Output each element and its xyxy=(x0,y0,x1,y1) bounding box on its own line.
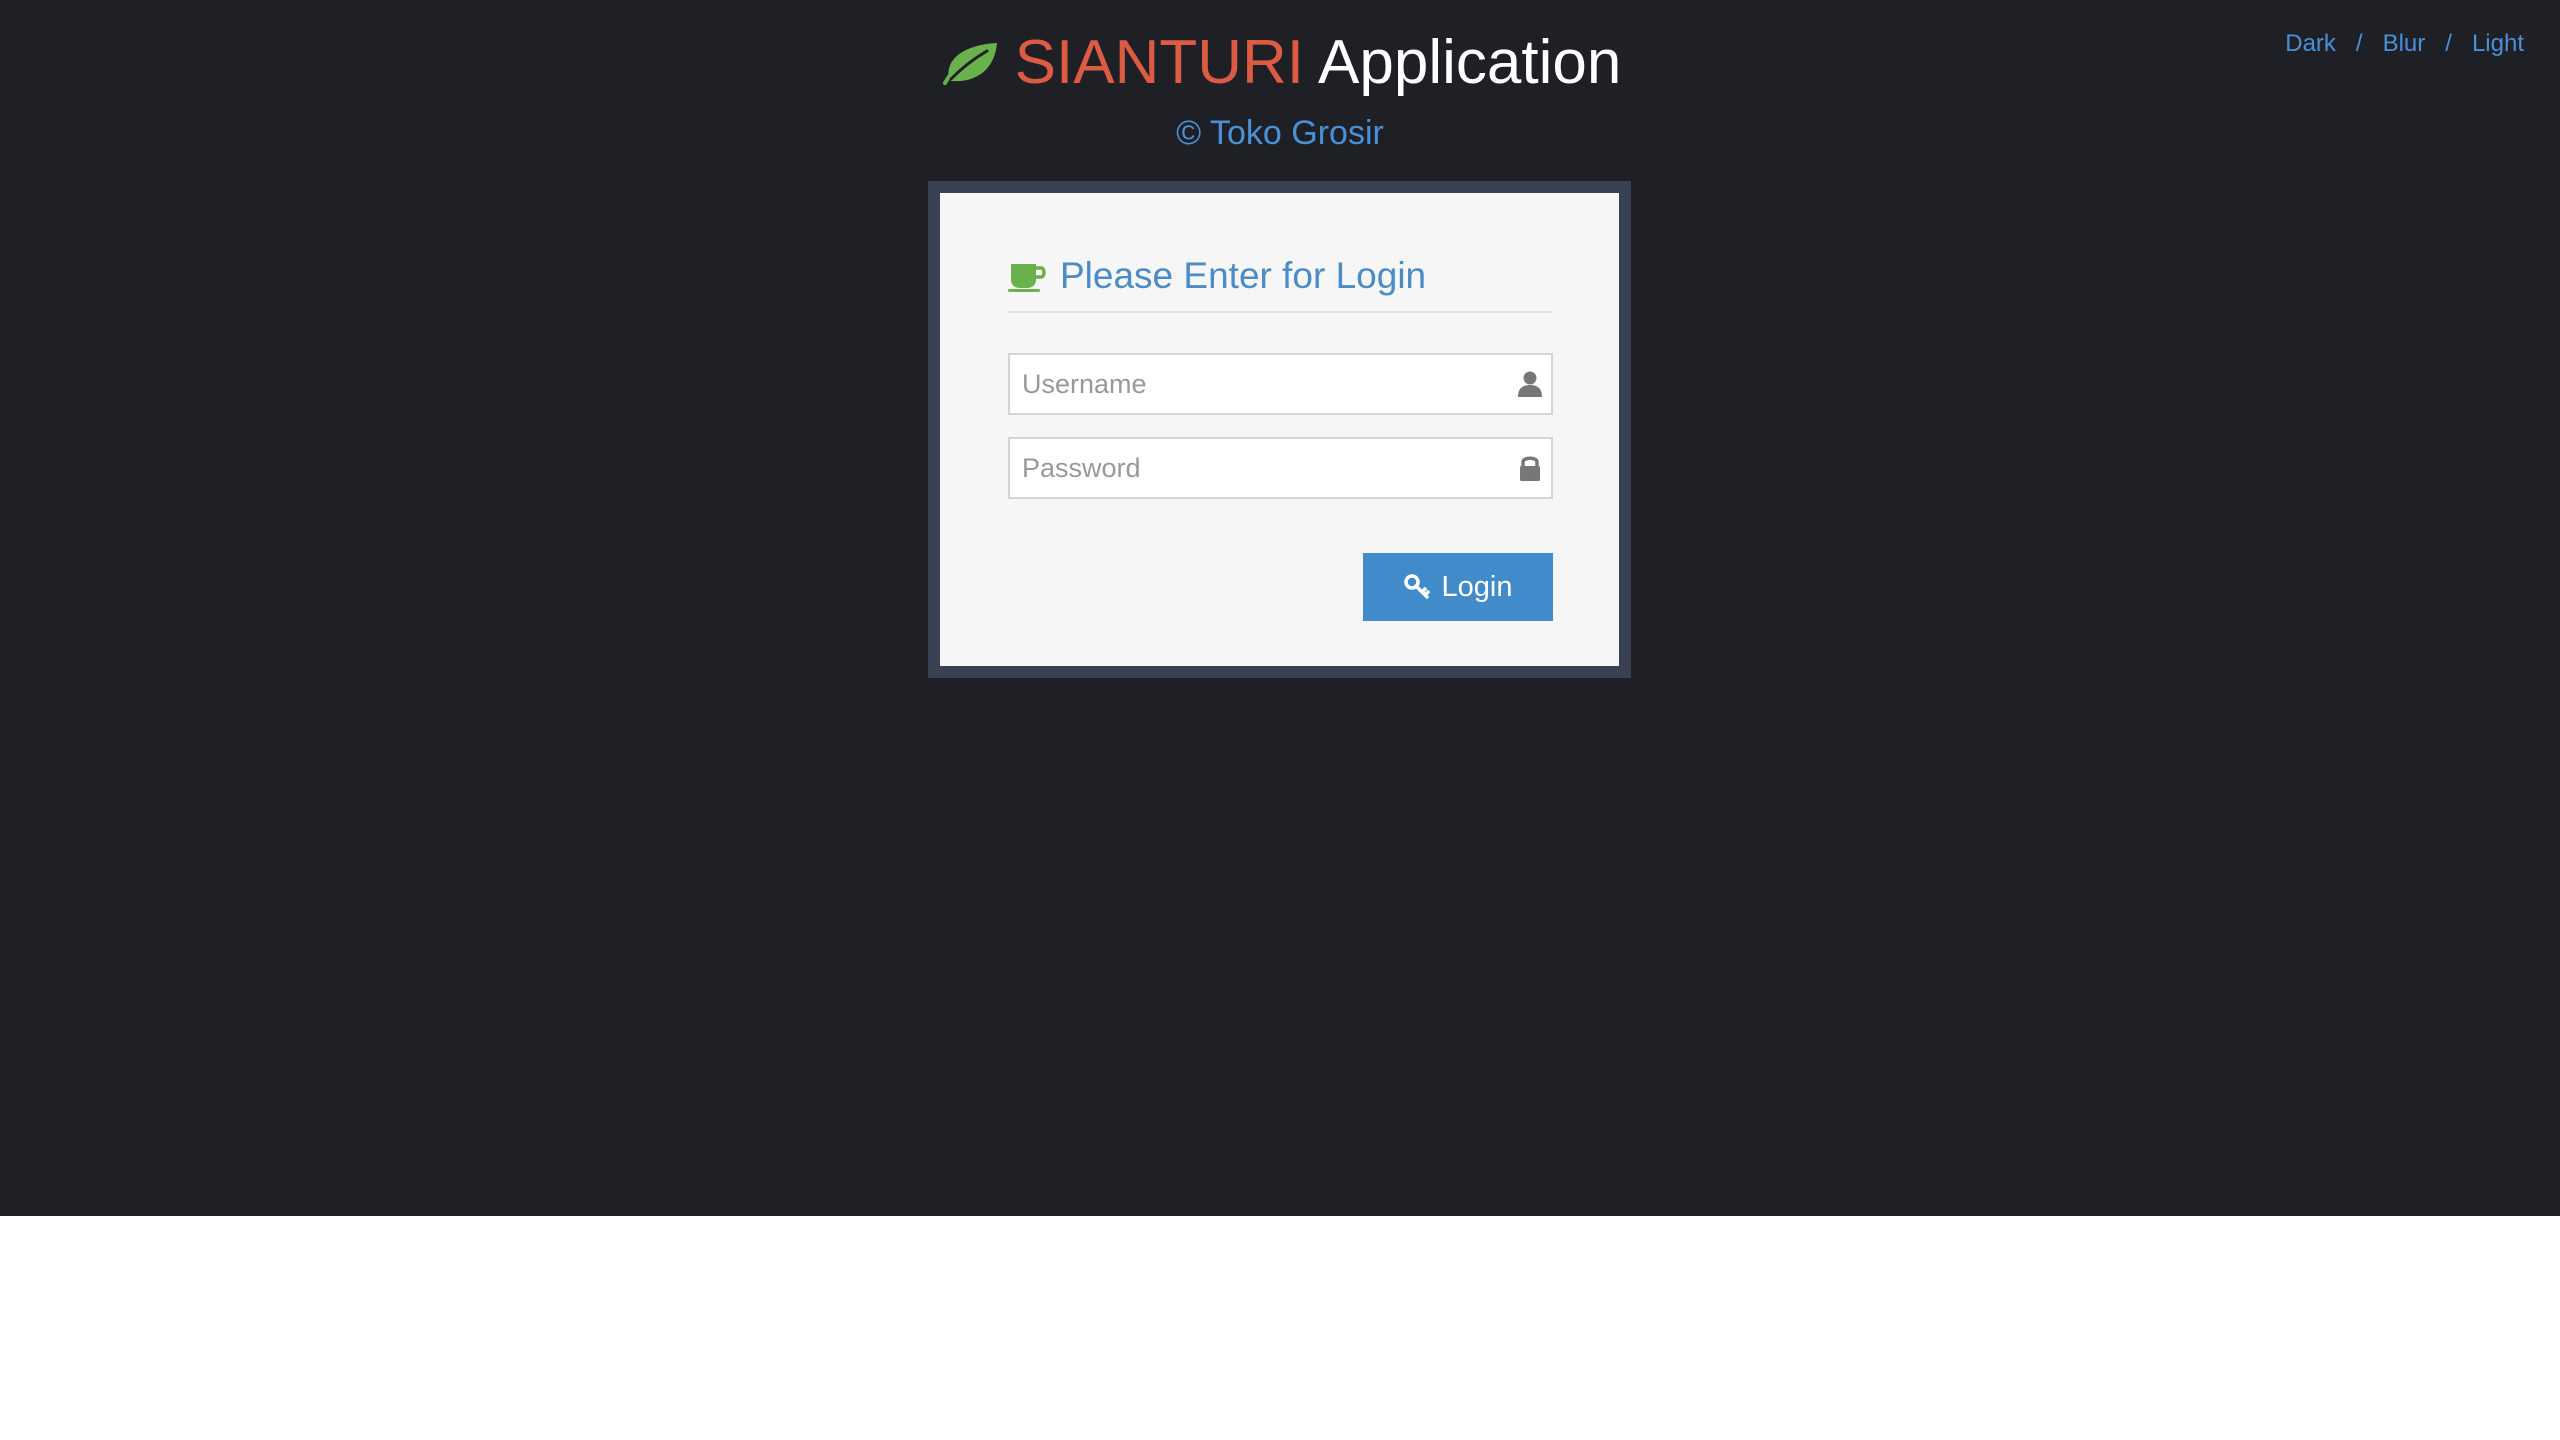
password-field xyxy=(1008,437,1553,499)
username-input[interactable] xyxy=(1010,355,1551,413)
username-field xyxy=(1008,353,1553,415)
brand-header: SIANTURI Application © Toko Grosir xyxy=(0,26,2560,153)
leaf-icon xyxy=(942,43,997,85)
login-heading-text: Please Enter for Login xyxy=(1060,255,1427,296)
app-title: SIANTURI Application xyxy=(939,26,1622,100)
lock-icon xyxy=(1520,456,1540,481)
user-icon xyxy=(1518,371,1542,397)
app-subtitle: © Toko Grosir xyxy=(1176,114,1384,152)
key-icon xyxy=(1403,574,1430,599)
login-frame: Please Enter for Login Username Login xyxy=(928,181,1631,678)
login-button[interactable]: Login xyxy=(1363,553,1553,621)
login-box: Please Enter for Login Username Login xyxy=(940,193,1619,666)
password-input[interactable] xyxy=(1010,439,1551,497)
app-name: SIANTURI xyxy=(1014,28,1305,97)
app-word: Application xyxy=(1318,28,1622,97)
login-heading: Please Enter for Login xyxy=(1008,255,1553,313)
page-background: Dark / Blur / Light SIANTURI Application… xyxy=(0,0,2560,1216)
login-button-label: Login xyxy=(1441,570,1513,603)
coffee-icon xyxy=(1008,264,1046,292)
